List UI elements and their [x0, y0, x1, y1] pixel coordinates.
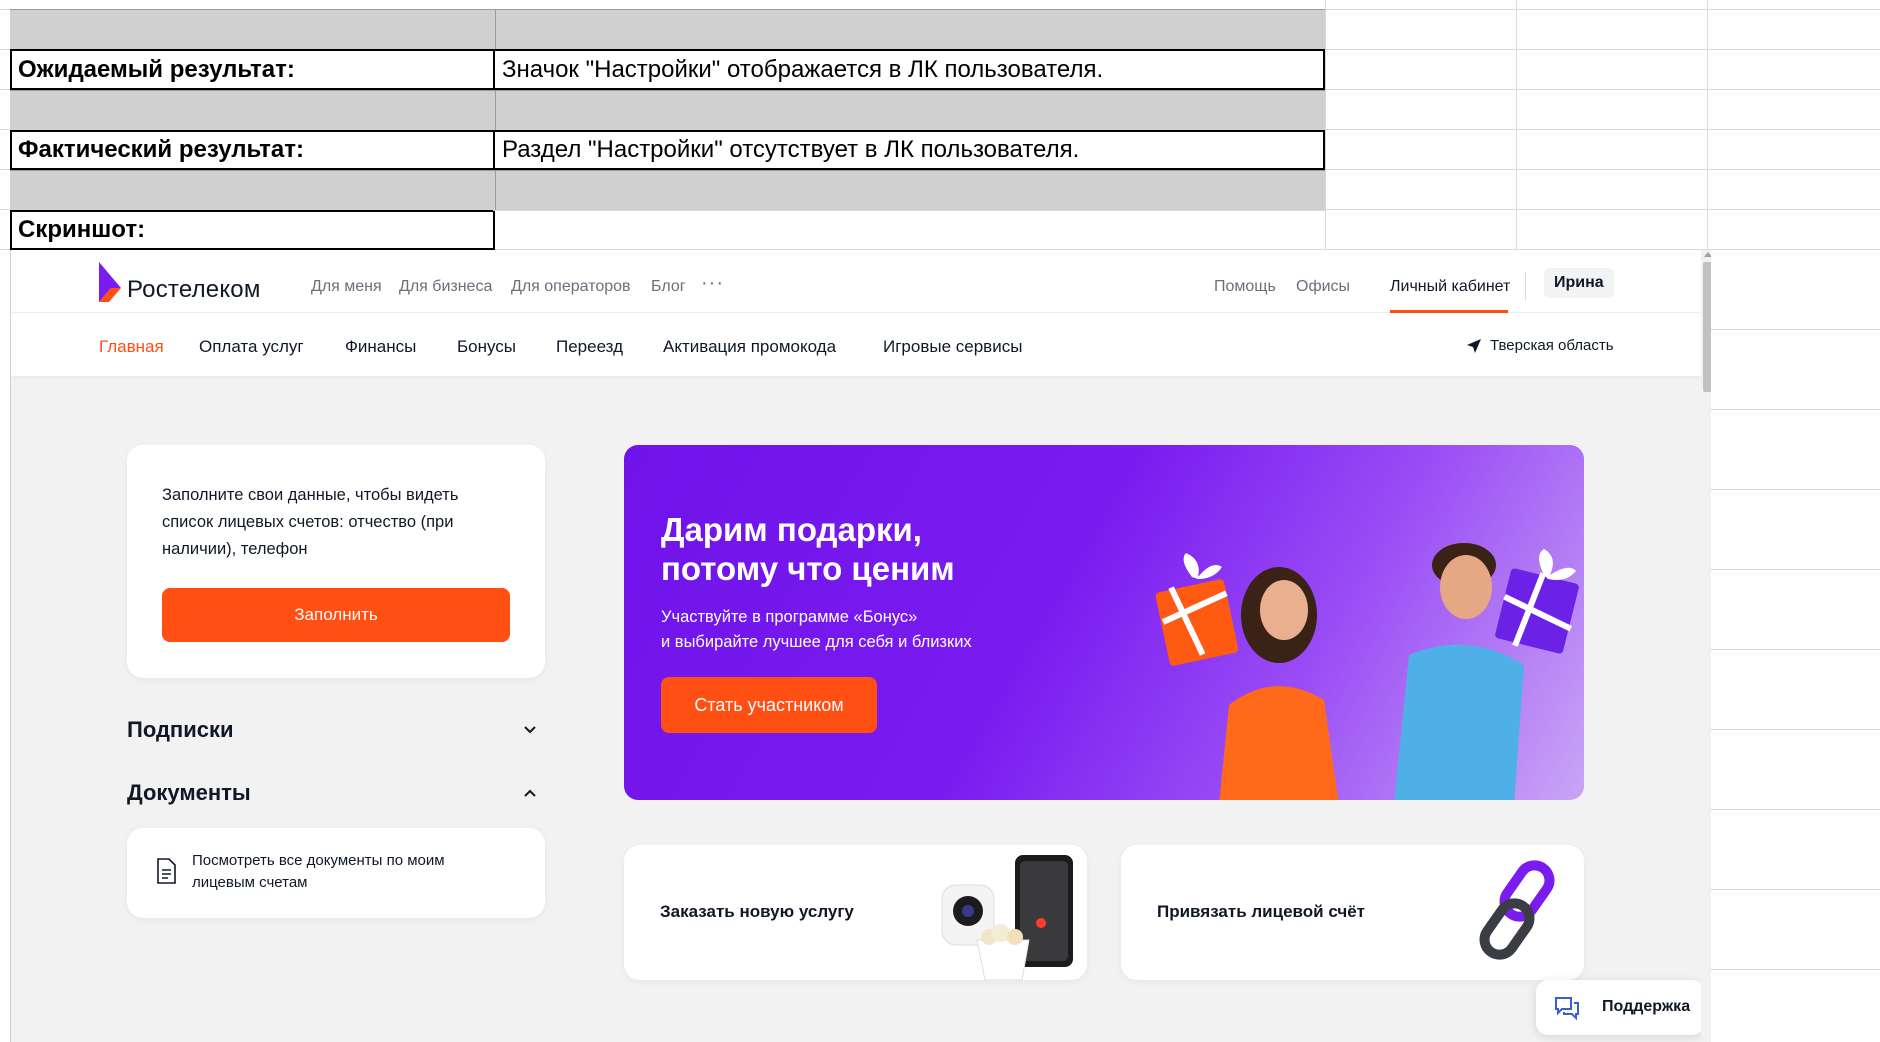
divider	[1525, 272, 1526, 300]
banner-title-line-2: потому что ценим	[661, 550, 955, 587]
chevron-up-icon	[524, 789, 536, 797]
help-link[interactable]: Помощь	[1214, 278, 1276, 296]
sheet-row-screenshot[interactable]: Скриншот:	[10, 210, 1325, 250]
nav-payment[interactable]: Оплата услуг	[199, 337, 304, 357]
screenshot-value-cell[interactable]	[493, 210, 1325, 250]
grid-line	[1710, 569, 1880, 570]
top-link-blog[interactable]: Блог	[651, 278, 686, 296]
more-dots-icon[interactable]: ···	[701, 272, 724, 295]
documents-accordion[interactable]: Документы	[127, 776, 545, 812]
nav-finance[interactable]: Финансы	[345, 337, 416, 357]
sheet-grey-row[interactable]	[10, 170, 1325, 210]
offices-link[interactable]: Офисы	[1296, 278, 1350, 296]
people-with-gifts-illustration	[1155, 543, 1579, 800]
location-arrow-icon	[1467, 338, 1481, 353]
fill-profile-text: Заполните свои данные, чтобы видеть спис…	[162, 486, 459, 558]
document-icon	[157, 858, 176, 884]
sheet-row-expected[interactable]: Ожидаемый результат: Значок "Настройки" …	[10, 49, 1325, 90]
banner-title: Дарим подарки, потому что ценим	[661, 510, 955, 588]
sheet-grey-row[interactable]	[10, 9, 1325, 49]
expected-value-cell[interactable]: Значок "Настройки" отображается в ЛК пол…	[493, 49, 1325, 90]
become-member-button[interactable]: Стать участником	[661, 677, 877, 733]
nav-bonuses[interactable]: Бонусы	[457, 337, 516, 357]
region-label: Тверская область	[1490, 337, 1614, 354]
chevron-down-icon	[524, 726, 536, 734]
expected-label-cell[interactable]: Ожидаемый результат:	[10, 49, 495, 90]
chat-icon	[1555, 997, 1579, 1021]
banner-title-line-1: Дарим подарки,	[661, 511, 922, 548]
grid-line	[1710, 649, 1880, 650]
support-chat-button[interactable]: Поддержка	[1536, 980, 1704, 1035]
nav-game-services[interactable]: Игровые сервисы	[883, 337, 1022, 357]
sheet-row-actual[interactable]: Фактический результат: Раздел "Настройки…	[10, 130, 1325, 170]
top-link-business[interactable]: Для бизнеса	[399, 278, 492, 296]
grid-line	[1710, 969, 1880, 970]
grid-line	[1710, 329, 1880, 330]
subscriptions-title: Подписки	[127, 717, 234, 742]
documents-link-card[interactable]: Посмотреть все документы по моим лицевым…	[127, 828, 545, 918]
region-selector[interactable]: Тверская область	[1466, 337, 1614, 354]
user-name-button[interactable]: Ирина	[1544, 268, 1614, 298]
site-top-bar: Ростелеком Для меня Для бизнеса Для опер…	[11, 250, 1701, 313]
nav-promo-activation[interactable]: Активация промокода	[663, 337, 836, 357]
nav-home[interactable]: Главная	[99, 337, 164, 357]
top-link-for-me[interactable]: Для меня	[311, 278, 382, 296]
fill-profile-card: Заполните свои данные, чтобы видеть спис…	[127, 445, 545, 678]
nav-moving[interactable]: Переезд	[556, 337, 623, 357]
actual-label-cell[interactable]: Фактический результат:	[10, 130, 495, 170]
grid-line	[1710, 889, 1880, 890]
screenshot-label-cell[interactable]: Скриншот:	[10, 210, 495, 250]
personal-cabinet-link[interactable]: Личный кабинет	[1390, 278, 1510, 296]
chain-link-icon	[1479, 860, 1555, 960]
vertical-scrollbar[interactable]	[1701, 250, 1711, 1042]
banner-subtitle-line-2: и выбирайте лучшее для себя и близких	[661, 633, 972, 651]
actual-value-cell[interactable]: Раздел "Настройки" отсутствует в ЛК поль…	[493, 130, 1325, 170]
fill-button[interactable]: Заполнить	[162, 588, 510, 642]
bonus-promo-banner[interactable]: Дарим подарки, потому что ценим Участвуй…	[624, 445, 1584, 800]
link-account-label: Привязать лицевой счёт	[1157, 902, 1365, 921]
main-nav: Главная Оплата услуг Финансы Бонусы Пере…	[11, 313, 1701, 376]
order-service-card[interactable]: Заказать новую услугу	[624, 845, 1087, 980]
order-service-label: Заказать новую услугу	[660, 902, 854, 921]
banner-subtitle: Участвуйте в программе «Бонус» и выбирай…	[661, 605, 972, 655]
cell-divider	[495, 91, 496, 130]
rostelecom-logo[interactable]: Ростелеком	[99, 260, 269, 304]
subscriptions-accordion[interactable]: Подписки	[127, 713, 545, 749]
logo-icon	[99, 262, 121, 302]
grid-line	[1710, 729, 1880, 730]
banner-subtitle-line-1: Участвуйте в программе «Бонус»	[661, 608, 918, 626]
grid-line	[1710, 409, 1880, 410]
grid-line	[1710, 809, 1880, 810]
logo-text: Ростелеком	[127, 276, 261, 303]
scrollbar-thumb[interactable]	[1703, 262, 1711, 392]
documents-link-text: Посмотреть все документы по моим лицевым…	[192, 852, 445, 891]
sheet-grey-row[interactable]	[10, 90, 1325, 130]
cell-divider	[495, 10, 496, 49]
camera-phone-popcorn-icon	[941, 855, 1073, 980]
cell-divider	[495, 171, 496, 210]
top-link-operators[interactable]: Для операторов	[511, 278, 631, 296]
support-label: Поддержка	[1602, 998, 1691, 1015]
link-account-card[interactable]: Привязать лицевой счёт	[1121, 845, 1584, 980]
grid-line	[1710, 489, 1880, 490]
documents-title: Документы	[127, 780, 251, 805]
scroll-up-arrow-icon[interactable]	[1704, 252, 1711, 257]
embedded-screenshot: Ростелеком Для меня Для бизнеса Для опер…	[10, 250, 1711, 1042]
